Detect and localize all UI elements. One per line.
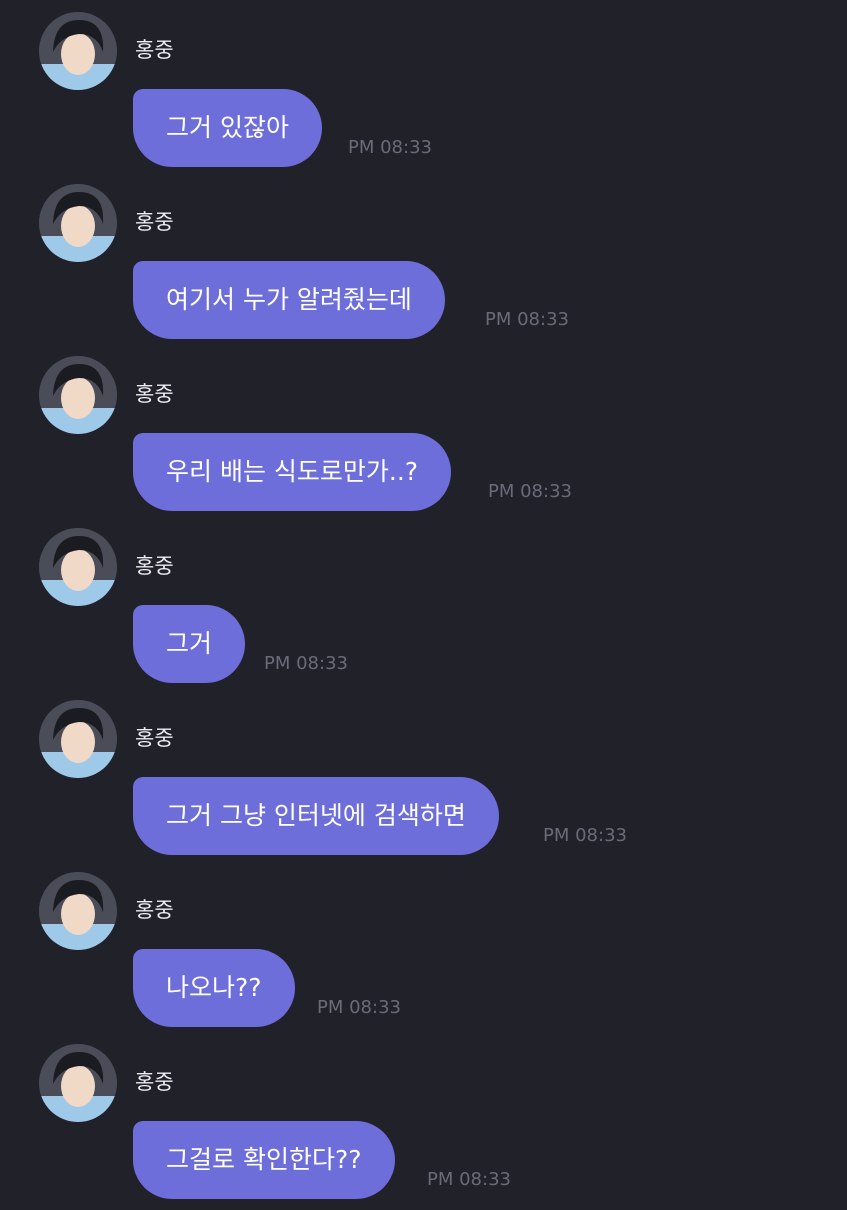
message-timestamp: PM 08:33 — [317, 997, 401, 1018]
message-bubble[interactable]: 그거 그냥 인터넷에 검색하면 — [133, 777, 499, 855]
sender-name: 홍중 — [135, 554, 174, 578]
message-timestamp: PM 08:33 — [427, 1169, 511, 1190]
sender-avatar[interactable] — [39, 528, 117, 606]
message-timestamp: PM 08:33 — [488, 481, 572, 502]
message-timestamp: PM 08:33 — [348, 137, 432, 158]
sender-name: 홍중 — [135, 898, 174, 922]
message-timestamp: PM 08:33 — [264, 653, 348, 674]
message-bubble[interactable]: 우리 배는 식도로만가..? — [133, 433, 452, 511]
chat-message-row: 홍중 그걸로 확인한다?? PM 08:33 — [0, 1038, 847, 1210]
message-bubble[interactable]: 그거 — [133, 605, 246, 683]
message-bubble[interactable]: 그거 있잖아 — [133, 89, 322, 167]
sender-name: 홍중 — [135, 1070, 174, 1094]
message-timestamp: PM 08:33 — [543, 825, 627, 846]
message-bubble[interactable]: 나오나?? — [133, 949, 295, 1027]
sender-name: 홍중 — [135, 726, 174, 750]
sender-avatar[interactable] — [39, 184, 117, 262]
sender-avatar[interactable] — [39, 872, 117, 950]
message-bubble[interactable]: 여기서 누가 알려줬는데 — [133, 261, 445, 339]
sender-avatar[interactable] — [39, 700, 117, 778]
chat-message-row: 홍중 우리 배는 식도로만가..? PM 08:33 — [0, 350, 847, 522]
chat-message-row: 홍중 그거 PM 08:33 — [0, 522, 847, 694]
sender-name: 홍중 — [135, 382, 174, 406]
chat-message-row: 홍중 그거 있잖아 PM 08:33 — [0, 6, 847, 178]
sender-avatar[interactable] — [39, 1044, 117, 1122]
sender-name: 홍중 — [135, 210, 174, 234]
sender-avatar[interactable] — [39, 12, 117, 90]
chat-message-row: 홍중 나오나?? PM 08:33 — [0, 866, 847, 1038]
sender-avatar[interactable] — [39, 356, 117, 434]
chat-message-row: 홍중 여기서 누가 알려줬는데 PM 08:33 — [0, 178, 847, 350]
message-timestamp: PM 08:33 — [485, 309, 569, 330]
sender-name: 홍중 — [135, 38, 174, 62]
chat-message-row: 홍중 그거 그냥 인터넷에 검색하면 PM 08:33 — [0, 694, 847, 866]
message-bubble[interactable]: 그걸로 확인한다?? — [133, 1121, 395, 1199]
chat-message-list[interactable]: 홍중 그거 있잖아 PM 08:33 홍중 여기서 누가 알려줬는데 PM 08… — [0, 0, 847, 1200]
